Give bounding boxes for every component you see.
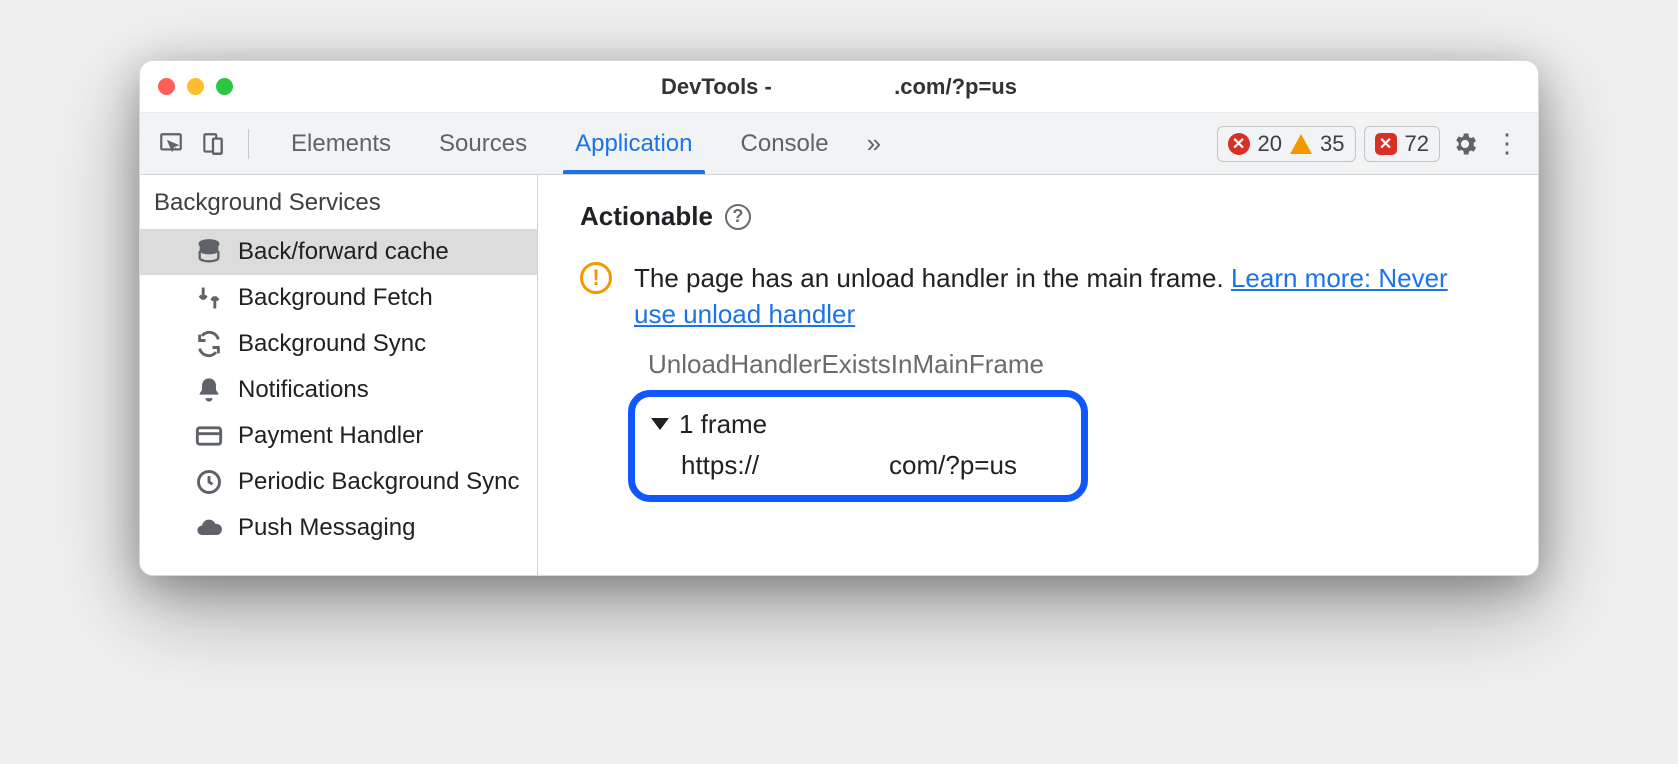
frame-url[interactable]: https:// com/?p=us bbox=[681, 450, 1059, 481]
clock-icon bbox=[194, 467, 224, 497]
title-url-suffix: .com/?p=us bbox=[894, 74, 1017, 99]
maximize-icon[interactable] bbox=[216, 78, 233, 95]
section-title-row: Actionable ? bbox=[580, 201, 1496, 232]
sidebar-item-label: Notifications bbox=[238, 376, 369, 404]
warning-count: 35 bbox=[1320, 131, 1344, 157]
frame-tree-box: 1 frame https:// com/?p=us bbox=[628, 390, 1088, 502]
window-title: DevTools - .com/?p=us bbox=[140, 74, 1538, 100]
sidebar-item-label: Back/forward cache bbox=[238, 238, 449, 266]
minimize-icon[interactable] bbox=[187, 78, 204, 95]
sidebar-item-label: Periodic Background Sync bbox=[238, 468, 519, 496]
sidebar-item-notifications[interactable]: Notifications bbox=[140, 367, 537, 413]
frame-count-label: 1 frame bbox=[679, 409, 767, 440]
sidebar-item-label: Background Fetch bbox=[238, 284, 433, 312]
section-title: Actionable bbox=[580, 201, 713, 232]
more-tabs-icon[interactable]: » bbox=[853, 113, 895, 174]
settings-icon[interactable] bbox=[1448, 127, 1482, 161]
database-icon bbox=[194, 237, 224, 267]
sidebar-item-label: Push Messaging bbox=[238, 514, 415, 542]
sidebar-item-label: Payment Handler bbox=[238, 422, 423, 450]
close-icon[interactable] bbox=[158, 78, 175, 95]
sidebar-item-background-sync[interactable]: Background Sync bbox=[140, 321, 537, 367]
issue-row: ! The page has an unload handler in the … bbox=[580, 260, 1496, 333]
error-count: 20 bbox=[1258, 131, 1282, 157]
fetch-icon bbox=[194, 283, 224, 313]
sync-icon bbox=[194, 329, 224, 359]
sidebar-section-title: Background Services bbox=[140, 175, 537, 229]
divider bbox=[248, 129, 249, 159]
error-icon: ✕ bbox=[1228, 133, 1250, 155]
sidebar-item-background-fetch[interactable]: Background Fetch bbox=[140, 275, 537, 321]
error-warning-badge[interactable]: ✕ 20 35 bbox=[1217, 126, 1356, 162]
issue-icon: ✕ bbox=[1375, 133, 1397, 155]
help-icon[interactable]: ? bbox=[725, 204, 751, 230]
frame-url-prefix: https:// bbox=[681, 450, 759, 481]
sidebar-item-payment-handler[interactable]: Payment Handler bbox=[140, 413, 537, 459]
sidebar-item-push-messaging[interactable]: Push Messaging bbox=[140, 505, 537, 551]
inspect-icon[interactable] bbox=[154, 127, 188, 161]
frame-summary[interactable]: 1 frame bbox=[651, 409, 1059, 440]
titlebar: DevTools - .com/?p=us bbox=[140, 61, 1538, 113]
sidebar-item-label: Background Sync bbox=[238, 330, 426, 358]
frame-url-suffix: com/?p=us bbox=[889, 450, 1017, 481]
sidebar-item-periodic-sync[interactable]: Periodic Background Sync bbox=[140, 459, 537, 505]
device-icon[interactable] bbox=[196, 127, 230, 161]
main-panel: Actionable ? ! The page has an unload ha… bbox=[538, 175, 1538, 575]
title-prefix: DevTools - bbox=[661, 74, 778, 99]
issues-badge[interactable]: ✕ 72 bbox=[1364, 126, 1440, 162]
more-menu-icon[interactable]: ⋮ bbox=[1490, 127, 1524, 161]
chevron-down-icon bbox=[651, 418, 669, 430]
bell-icon bbox=[194, 375, 224, 405]
body: Background Services Back/forward cache B… bbox=[140, 175, 1538, 575]
card-icon bbox=[194, 421, 224, 451]
issue-message: The page has an unload handler in the ma… bbox=[634, 263, 1231, 293]
sidebar: Background Services Back/forward cache B… bbox=[140, 175, 538, 575]
panel-tabs: Elements Sources Application Console » bbox=[267, 113, 895, 174]
tab-sources[interactable]: Sources bbox=[415, 113, 551, 174]
tab-application[interactable]: Application bbox=[551, 113, 716, 174]
cloud-icon bbox=[194, 513, 224, 543]
issue-count: 72 bbox=[1405, 131, 1429, 157]
reason-code: UnloadHandlerExistsInMainFrame bbox=[648, 349, 1496, 380]
issue-text: The page has an unload handler in the ma… bbox=[634, 260, 1496, 333]
tab-elements[interactable]: Elements bbox=[267, 113, 415, 174]
warning-icon bbox=[1290, 134, 1312, 154]
sidebar-item-bfcache[interactable]: Back/forward cache bbox=[140, 229, 537, 275]
devtools-window: DevTools - .com/?p=us Elements Sources A… bbox=[139, 60, 1539, 576]
tab-console[interactable]: Console bbox=[717, 113, 853, 174]
warning-circle-icon: ! bbox=[580, 262, 612, 294]
traffic-lights bbox=[158, 78, 233, 95]
toolbar: Elements Sources Application Console » ✕… bbox=[140, 113, 1538, 175]
